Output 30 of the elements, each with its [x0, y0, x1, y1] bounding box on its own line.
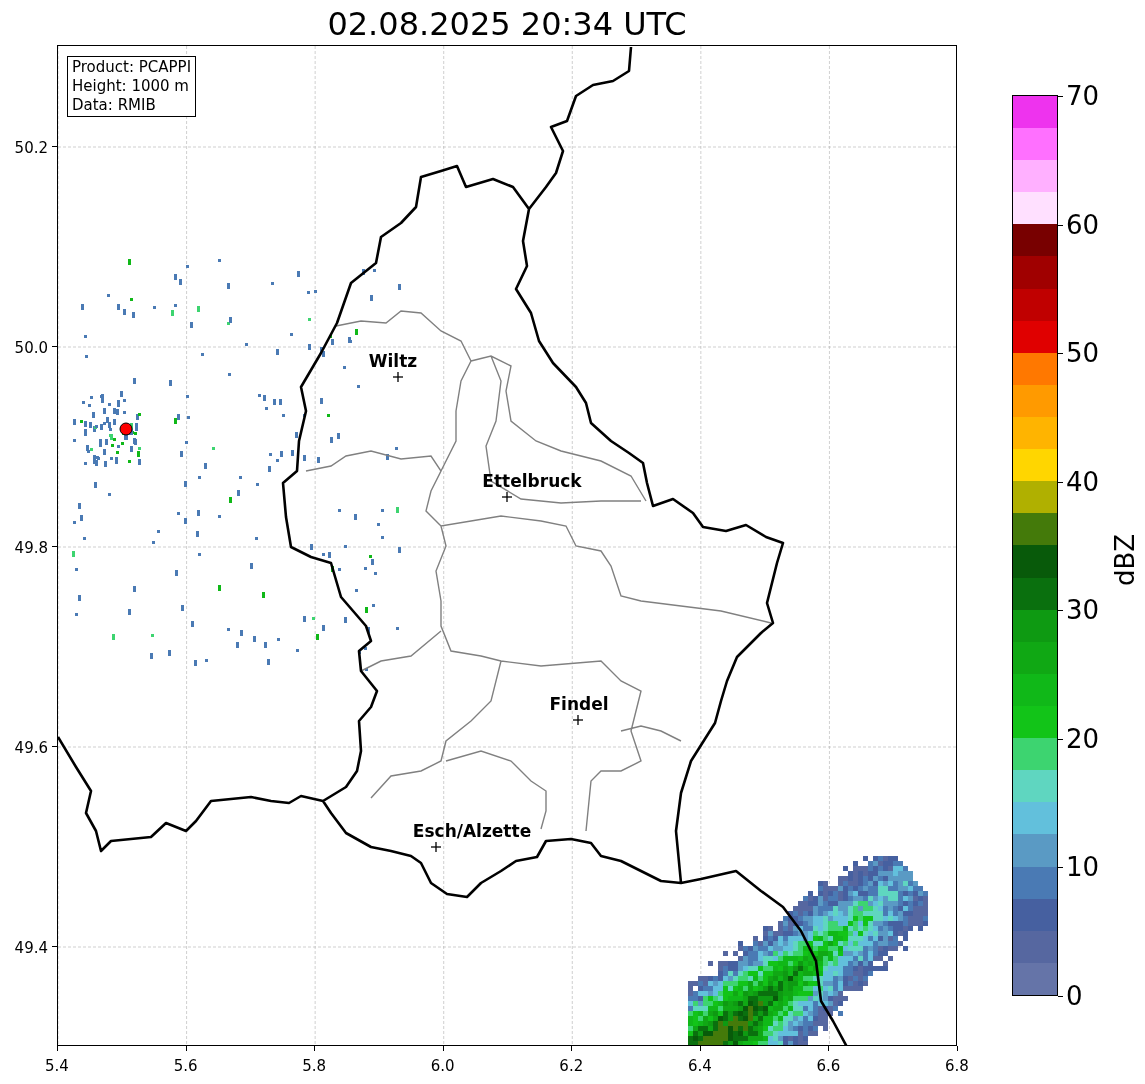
x-tick-label: 6.8	[945, 1057, 969, 1075]
colorbar-tick-label: 40	[1066, 466, 1100, 497]
y-tick-label: 49.6	[14, 739, 48, 757]
chart-title: 02.08.2025 20:34 UTC	[327, 5, 687, 43]
colorbar-tick-label: 60	[1066, 209, 1100, 240]
info-text: Height: 1000 m	[72, 77, 190, 96]
y-tick-label: 50.2	[14, 139, 48, 157]
x-tick-label: 5.6	[173, 1057, 198, 1075]
x-tick-label: 6.2	[559, 1057, 584, 1075]
x-tick-label: 6.4	[687, 1057, 712, 1075]
place-label: Wiltz	[368, 351, 418, 371]
x-tick-label: 5.4	[45, 1057, 69, 1075]
place-label: Esch/Alzette	[412, 821, 532, 841]
info-text: Product: PCAPPI	[72, 58, 192, 77]
colorbar-tick-label: 10	[1066, 852, 1100, 883]
x-tick-label: 5.8	[302, 1057, 327, 1075]
place-label: Findel	[549, 694, 609, 714]
colorbar-tick-label: 70	[1066, 81, 1100, 111]
y-tick-label: 49.8	[14, 539, 48, 557]
y-tick-label: 50.0	[14, 339, 48, 357]
x-tick-label: 6.0	[430, 1057, 455, 1075]
colorbar-tick-label: 50	[1066, 338, 1100, 369]
place-label: Ettelbruck	[482, 471, 582, 491]
y-tick-label: 49.4	[14, 939, 48, 957]
info-text: Data: RMIB	[72, 96, 157, 115]
colorbar-tick-label: 30	[1066, 595, 1100, 626]
x-tick-label: 6.6	[816, 1057, 841, 1075]
colorbar-tick-label: 20	[1066, 723, 1100, 754]
colorbar-tick-label: 0	[1066, 981, 1083, 1011]
colorbar-label: dBZ	[1109, 533, 1141, 587]
